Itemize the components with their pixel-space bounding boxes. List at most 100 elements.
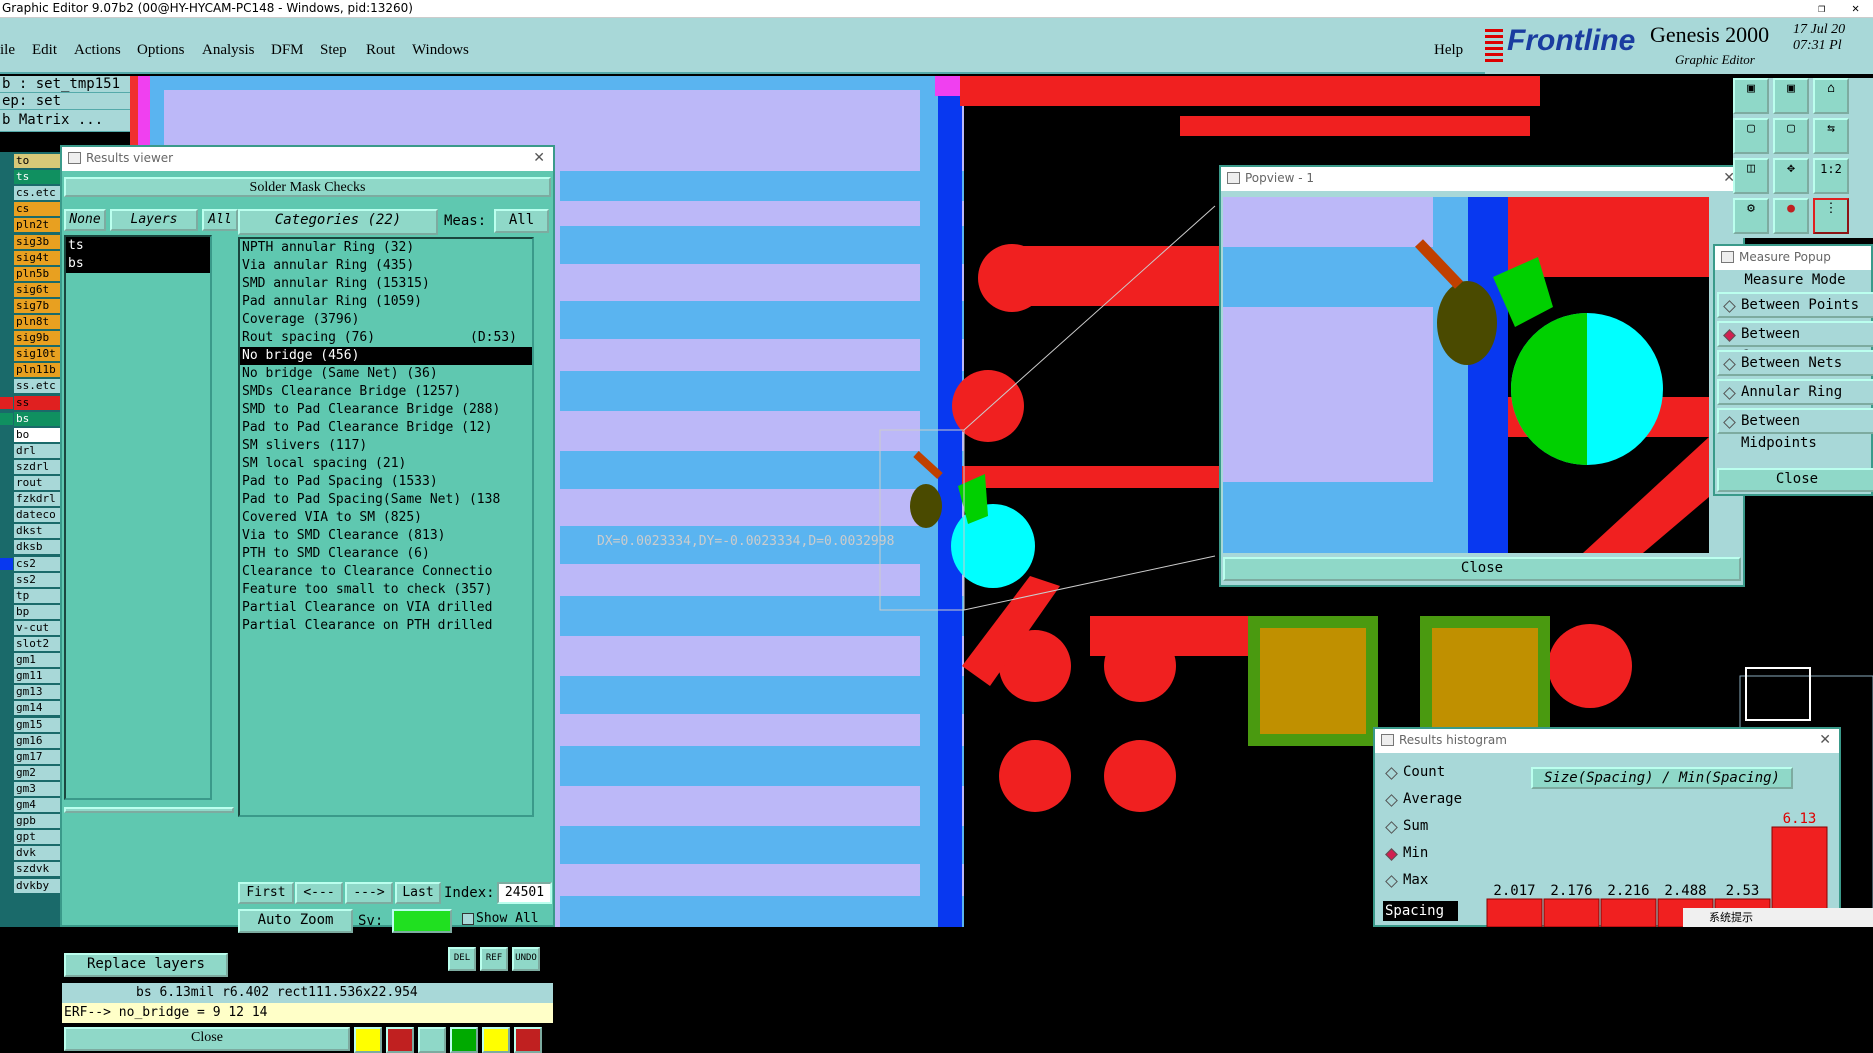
del-button[interactable]: DEL <box>448 947 476 971</box>
category-item[interactable]: Rout spacing (76) (D:53) <box>240 329 532 347</box>
menu-edit[interactable]: Edit <box>32 42 57 59</box>
measure-mode-option[interactable]: Between Contours <box>1717 321 1873 364</box>
layer-item[interactable]: dvk <box>14 846 60 861</box>
category-item[interactable]: SMD annular Ring (15315) <box>240 275 532 293</box>
category-item[interactable]: Pad to Pad Spacing (1533) <box>240 473 532 491</box>
histogram-close-icon[interactable]: ✕ <box>1819 729 1831 751</box>
layer-item[interactable]: drl <box>14 443 60 458</box>
layer-swatch[interactable] <box>0 364 13 377</box>
layer-swatch[interactable] <box>0 444 13 457</box>
results-viewer-close-icon[interactable]: ✕ <box>533 147 545 169</box>
tool-icon-3[interactable] <box>418 1027 446 1053</box>
job-matrix-button[interactable]: b Matrix ... <box>0 110 130 132</box>
sv-select[interactable] <box>392 909 452 933</box>
layer-swatch[interactable] <box>0 847 13 860</box>
layers-button[interactable]: Layers <box>110 209 198 231</box>
layer-swatch[interactable] <box>0 251 13 264</box>
layer-item[interactable]: gm1 <box>14 653 60 668</box>
layer-item[interactable]: ss.etc <box>14 379 60 394</box>
layer-item[interactable]: gm13 <box>14 685 60 700</box>
menu-windows[interactable]: Windows <box>412 42 469 59</box>
measure-mode-option[interactable]: Between Nets <box>1717 350 1873 376</box>
replace-layers-button[interactable]: Replace layers <box>64 953 228 977</box>
home-icon[interactable]: ⌂ <box>1813 78 1849 114</box>
restore-icon[interactable]: ❐ <box>1818 0 1825 18</box>
measure-tool-icon[interactable]: ● <box>1773 198 1809 234</box>
menu-options[interactable]: Options <box>137 42 185 59</box>
tool-icon-5[interactable] <box>482 1027 510 1053</box>
show-all-checkbox[interactable] <box>462 913 474 925</box>
layer-swatch[interactable] <box>0 460 13 473</box>
layer-item[interactable]: pln2t <box>14 218 60 233</box>
list-item[interactable]: bs <box>66 255 210 273</box>
layer-item[interactable]: sig4t <box>14 250 60 265</box>
measure-close-button[interactable]: Close <box>1717 468 1873 492</box>
layer-swatch[interactable] <box>0 348 13 361</box>
layer-item[interactable]: tp <box>14 588 60 603</box>
none-button[interactable]: None <box>64 209 106 231</box>
category-item[interactable]: NPTH annular Ring (32) <box>240 239 532 257</box>
layer-swatch[interactable] <box>0 654 13 667</box>
menu-step[interactable]: Step <box>320 42 347 59</box>
layer-item[interactable]: bo <box>14 427 60 442</box>
next-button[interactable]: ---> <box>345 882 393 904</box>
layer-swatch[interactable] <box>0 863 13 876</box>
menu-dfm[interactable]: DFM <box>271 42 304 59</box>
histogram-icon[interactable] <box>514 1027 542 1053</box>
layer-swatch[interactable] <box>0 219 13 232</box>
menu-file[interactable]: ile <box>0 42 15 59</box>
category-item[interactable]: Pad to Pad Spacing(Same Net) (138 <box>240 491 532 509</box>
layer-swatch[interactable] <box>0 573 13 586</box>
tool-button[interactable]: ▢ <box>1733 118 1769 154</box>
category-item[interactable]: Clearance to Clearance Connectio <box>240 563 532 581</box>
layer-item[interactable]: pln5b <box>14 266 60 281</box>
layer-swatch[interactable] <box>0 396 13 409</box>
category-item[interactable]: Partial Clearance on VIA drilled <box>240 599 532 617</box>
layer-swatch[interactable] <box>0 605 13 618</box>
category-list[interactable]: NPTH annular Ring (32) Via annular Ring (… <box>238 237 534 817</box>
layer-swatch[interactable] <box>0 702 13 715</box>
layer-swatch[interactable] <box>0 155 13 167</box>
last-button[interactable]: Last <box>395 882 441 904</box>
results-layer-list[interactable]: ts bs <box>64 235 212 800</box>
scale-button[interactable]: 1:2 <box>1813 158 1849 194</box>
layer-item[interactable]: gpt <box>14 830 60 845</box>
layer-swatch[interactable] <box>0 766 13 779</box>
tool-icon-1[interactable] <box>354 1027 382 1053</box>
category-item[interactable]: No bridge (456) <box>240 347 532 365</box>
histogram-option[interactable]: Min <box>1381 842 1479 868</box>
layer-item[interactable]: rout <box>14 476 60 490</box>
measure-mode-option[interactable]: Between Midpoints <box>1717 408 1873 451</box>
menu-actions[interactable]: Actions <box>74 42 121 59</box>
layer-swatch[interactable] <box>0 782 13 795</box>
histogram-option[interactable]: Count <box>1381 761 1479 787</box>
layer-swatch[interactable] <box>0 283 13 296</box>
layer-swatch[interactable] <box>0 477 13 489</box>
layer-item[interactable]: ss <box>14 395 60 410</box>
layer-item[interactable]: ts <box>14 170 60 185</box>
layer-swatch[interactable] <box>0 235 13 248</box>
layer-swatch[interactable] <box>0 670 13 683</box>
category-item[interactable]: Pad annular Ring (1059) <box>240 293 532 311</box>
tool-button[interactable]: ⚙ <box>1733 198 1769 234</box>
layer-item[interactable]: gm17 <box>14 749 60 764</box>
category-item[interactable]: Via to SMD Clearance (813) <box>240 527 532 545</box>
layer-item[interactable]: bs <box>14 411 60 426</box>
spacing-field[interactable]: Spacing <box>1383 901 1458 921</box>
all-button[interactable]: All <box>202 209 238 231</box>
layer-swatch[interactable] <box>0 267 13 280</box>
layer-item[interactable]: gm15 <box>14 717 60 732</box>
layer-swatch[interactable] <box>0 428 13 441</box>
layer-item[interactable]: gm14 <box>14 701 60 716</box>
layer-item[interactable]: ss2 <box>14 572 60 587</box>
histogram-option[interactable]: Max <box>1381 869 1479 895</box>
layer-swatch[interactable] <box>0 750 13 763</box>
category-item[interactable]: PTH to SMD Clearance (6) <box>240 545 532 563</box>
layer-item[interactable]: gm4 <box>14 798 60 812</box>
category-item[interactable]: SM slivers (117) <box>240 437 532 455</box>
layer-item[interactable]: cs2 <box>14 556 60 571</box>
layer-item[interactable]: gm2 <box>14 765 60 780</box>
list-item[interactable]: ts <box>66 237 210 255</box>
close-window-icon[interactable]: ✕ <box>1852 0 1859 18</box>
tool-button[interactable]: ◫ <box>1733 158 1769 194</box>
